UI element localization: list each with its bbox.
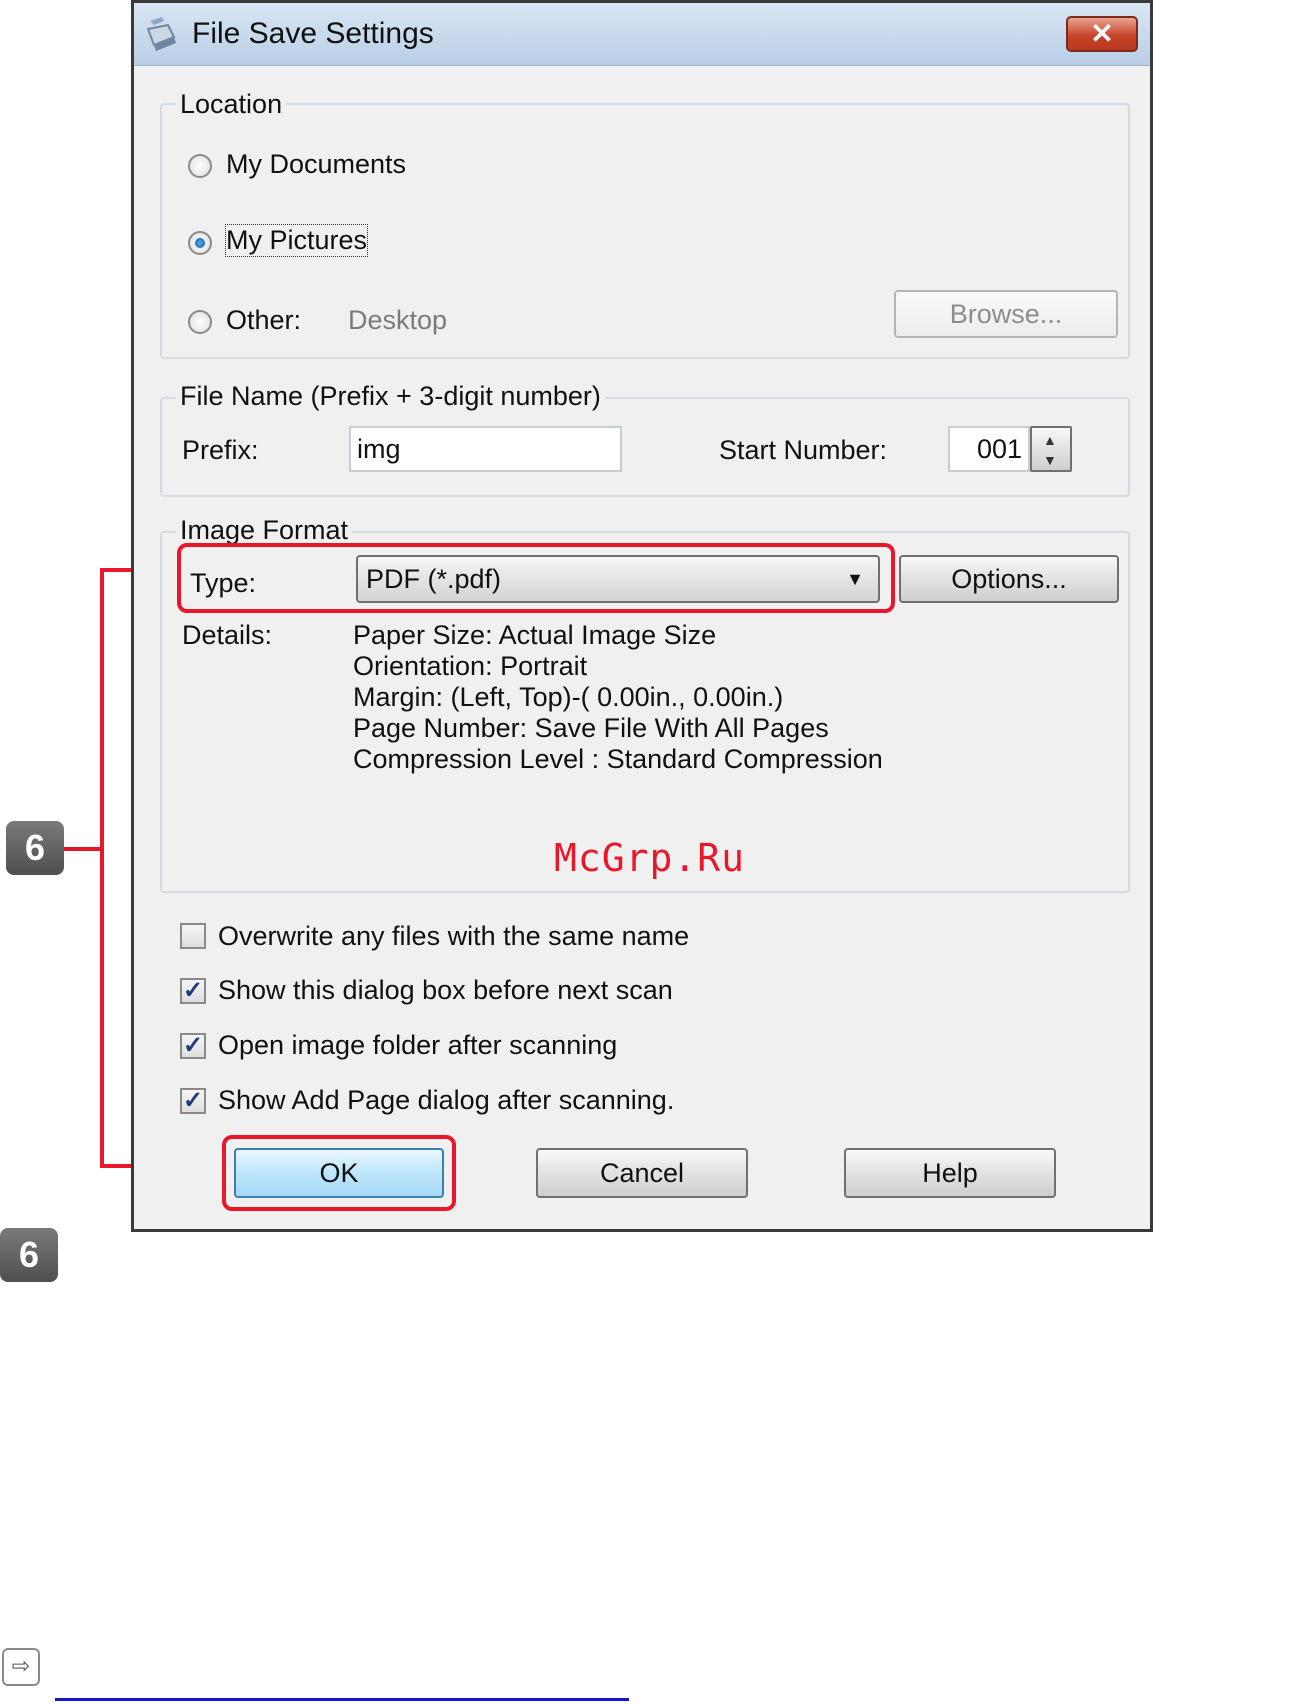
watermark-text: McGrp.Ru [554, 836, 746, 880]
detail-orientation: Orientation: Portrait [353, 651, 588, 681]
radio-my-documents-label: My Documents [226, 149, 407, 179]
checkbox-open-folder-label: Open image folder after scanning [218, 1030, 618, 1060]
link-underline[interactable] [55, 1698, 629, 1701]
radio-other[interactable] [188, 310, 212, 334]
detail-margin: Margin: (Left, Top)-( 0.00in., 0.00in.) [353, 682, 784, 712]
detail-page-number: Page Number: Save File With All Pages [353, 713, 829, 743]
title-bar: File Save Settings ✕ [134, 3, 1150, 66]
start-number-label: Start Number: [719, 435, 888, 465]
detail-compression: Compression Level : Standard Compression [353, 744, 883, 774]
help-button[interactable]: Help [844, 1148, 1056, 1198]
start-number-input[interactable]: 001 [948, 426, 1030, 472]
start-number-stepper[interactable]: ▲ ▼ [1030, 426, 1072, 472]
details-label: Details: [182, 620, 273, 650]
stepper-up-icon[interactable]: ▲ [1043, 432, 1057, 448]
radio-my-pictures-label: My Pictures [224, 224, 369, 257]
scanner-app-icon [146, 17, 176, 51]
checkbox-open-folder[interactable]: ✓ [180, 1033, 206, 1059]
other-location-value: Desktop [348, 305, 448, 335]
prefix-input[interactable]: img [349, 426, 622, 472]
checkbox-add-page-label: Show Add Page dialog after scanning. [218, 1085, 675, 1115]
radio-other-label: Other: [226, 305, 302, 335]
type-highlight-box [177, 543, 895, 613]
ok-highlight-box [222, 1135, 456, 1211]
checkbox-overwrite[interactable] [180, 923, 206, 949]
callout-line-vertical [100, 568, 104, 1168]
detail-paper-size: Paper Size: Actual Image Size [353, 620, 717, 650]
radio-my-documents[interactable] [188, 154, 212, 178]
file-name-legend: File Name (Prefix + 3-digit number) [176, 381, 605, 412]
prefix-label: Prefix: [182, 435, 259, 465]
callout-line-horizontal [64, 847, 104, 851]
location-legend: Location [176, 89, 287, 120]
browse-button[interactable]: Browse... [894, 290, 1118, 338]
stepper-down-icon[interactable]: ▼ [1043, 452, 1057, 468]
checkbox-show-dialog[interactable]: ✓ [180, 978, 206, 1004]
file-save-settings-dialog: File Save Settings ✕ Location My Documen… [131, 0, 1153, 1232]
options-button[interactable]: Options... [899, 555, 1119, 603]
close-button[interactable]: ✕ [1066, 16, 1138, 52]
checkbox-overwrite-label: Overwrite any files with the same name [218, 921, 690, 951]
step-badge-6: 6 [6, 821, 64, 875]
cancel-button[interactable]: Cancel [536, 1148, 748, 1198]
radio-my-pictures[interactable] [188, 231, 212, 255]
checkbox-show-dialog-label: Show this dialog box before next scan [218, 975, 673, 1005]
image-format-legend: Image Format [176, 515, 353, 546]
step-badge-6-bottom: 6 [0, 1228, 58, 1282]
window-title: File Save Settings [192, 17, 434, 50]
next-page-arrow-icon[interactable]: ⇨ [2, 1648, 40, 1686]
checkbox-add-page[interactable]: ✓ [180, 1088, 206, 1114]
